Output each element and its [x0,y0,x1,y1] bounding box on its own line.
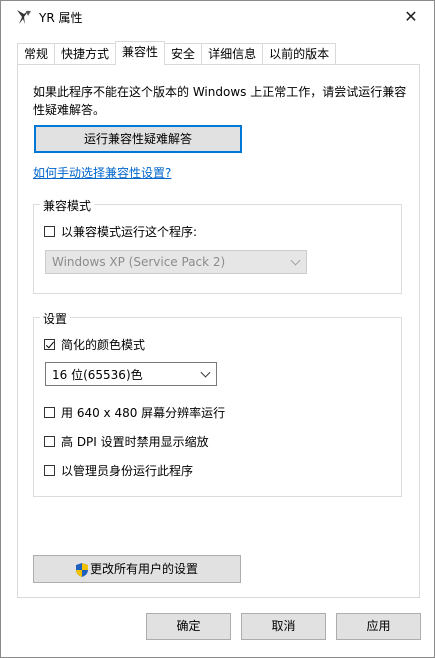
chevron-down-icon [200,367,211,378]
window-title: YR 属性 [39,11,83,25]
manual-settings-link[interactable]: 如何手动选择兼容性设置? [33,164,171,181]
tab-shortcut[interactable]: 快捷方式 [54,43,117,65]
reduced-color-checkbox-row[interactable]: 简化的颜色模式 [44,336,145,353]
admin-checkbox-row[interactable]: 以管理员身份运行此程序 [44,462,193,479]
compat-mode-group-label: 兼容模式 [40,197,95,214]
compat-mode-checkbox-row[interactable]: 以兼容模式运行这个程序: [44,223,197,240]
tab-general[interactable]: 常规 [17,43,56,65]
res-640-label: 用 640 x 480 屏幕分辨率运行 [61,406,226,420]
res-640-checkbox-row[interactable]: 用 640 x 480 屏幕分辨率运行 [44,404,225,421]
ok-button[interactable]: 确定 [146,613,231,640]
change-all-users-label: 更改所有用户的设置 [89,562,198,576]
apply-button[interactable]: 应用 [336,613,421,640]
compat-intro-text: 如果此程序不能在这个版本的 Windows 上正常工作，请尝试运行兼容性疑难解答… [33,85,407,117]
dpi-checkbox[interactable] [44,436,55,447]
properties-window: YR 属性 ✕ 常规 快捷方式 兼容性 安全 详细信息 以前的版本 如果此程序不… [0,0,435,658]
compat-mode-checkbox-label: 以兼容模式运行这个程序: [61,225,198,239]
color-depth-select[interactable]: 16 位(65536)色 [45,362,217,386]
res-640-checkbox[interactable] [44,407,55,418]
settings-group: 设置 简化的颜色模式 16 位(65536)色 用 640 x 480 屏幕分辨… [33,310,402,497]
tab-compatibility[interactable]: 兼容性 [115,41,166,65]
dpi-checkbox-row[interactable]: 高 DPI 设置时禁用显示缩放 [44,433,209,450]
tab-previous-versions[interactable]: 以前的版本 [262,43,337,65]
color-depth-value: 16 位(65536)色 [52,367,143,382]
run-troubleshooter-button[interactable]: 运行兼容性疑难解答 [34,125,242,153]
yr-app-icon [17,10,31,24]
change-all-users-button[interactable]: 更改所有用户的设置 [33,555,241,583]
compat-mode-group: 兼容模式 以兼容模式运行这个程序: Windows XP (Service Pa… [33,197,402,294]
reduced-color-checkbox[interactable] [44,339,55,350]
close-button[interactable]: ✕ [388,1,434,31]
os-version-select: Windows XP (Service Pack 2) [45,250,307,274]
tab-strip: 常规 快捷方式 兼容性 安全 详细信息 以前的版本 [17,41,337,65]
dpi-label: 高 DPI 设置时禁用显示缩放 [61,435,209,449]
compat-mode-checkbox[interactable] [44,226,55,237]
admin-checkbox[interactable] [44,465,55,476]
settings-group-label: 设置 [40,310,71,327]
title-bar: YR 属性 ✕ [1,1,434,31]
tab-details[interactable]: 详细信息 [201,43,264,65]
tab-security[interactable]: 安全 [164,43,203,65]
os-version-value: Windows XP (Service Pack 2) [52,255,226,269]
chevron-down-icon [290,255,301,266]
admin-label: 以管理员身份运行此程序 [61,464,194,478]
compatibility-panel: 如果此程序不能在这个版本的 Windows 上正常工作，请尝试运行兼容性疑难解答… [17,64,420,598]
close-icon: ✕ [404,6,418,26]
cancel-button[interactable]: 取消 [241,613,326,640]
uac-shield-icon [75,562,88,577]
reduced-color-label: 简化的颜色模式 [61,338,146,352]
